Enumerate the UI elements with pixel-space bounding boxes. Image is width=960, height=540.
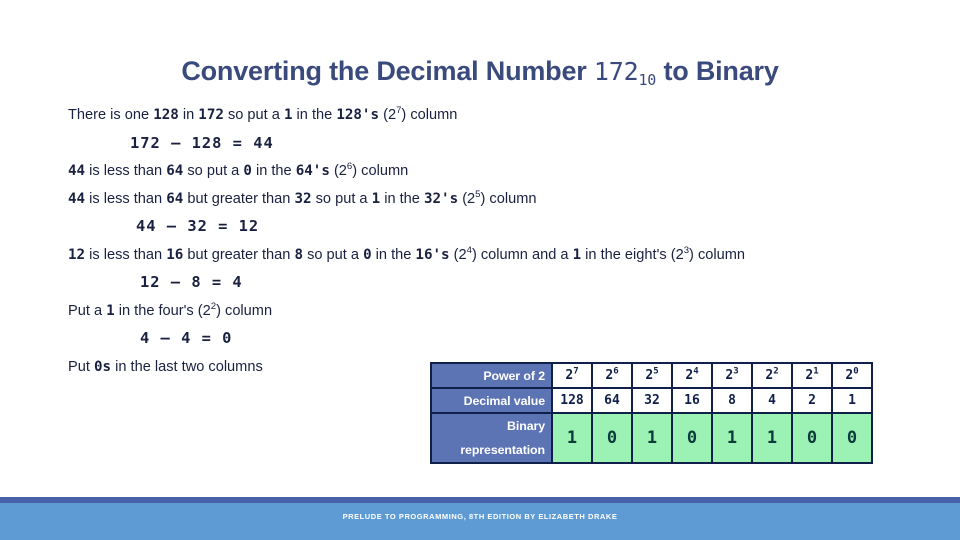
line-4: 44 is less than 64 but greater than 32 s…: [68, 188, 537, 207]
line-1: There is one 128 in 172 so put a 1 in th…: [68, 105, 458, 123]
decimal-cell-6: 2: [791, 387, 833, 414]
decimal-cell-5: 4: [751, 387, 793, 414]
page-title-suffix: to Binary: [656, 56, 779, 86]
power-exponent-2: 5: [653, 366, 659, 377]
page-title-prefix: Converting the Decimal Number: [181, 56, 594, 86]
line-9: 4 – 4 = 0: [140, 329, 233, 347]
line-6: 12 is less than 16 but greater than 8 so…: [68, 244, 745, 263]
binary-cell-0: 1: [551, 412, 593, 464]
power-cell-5: 22: [751, 362, 793, 389]
footer-text: PRELUDE TO PROGRAMMING, 8TH EDITION BY E…: [342, 512, 618, 521]
decimal-cell-7: 1: [831, 387, 873, 414]
footer-band: [0, 503, 960, 540]
decimal-cell-0: 128: [551, 387, 593, 414]
decimal-cell-2: 32: [631, 387, 673, 414]
binary-cell-5: 1: [751, 412, 793, 464]
binary-cell-4: 1: [711, 412, 753, 464]
power-exponent-4: 3: [733, 366, 739, 377]
power-exponent-3: 4: [693, 366, 699, 377]
power-cell-7: 20: [831, 362, 873, 389]
row-header-binary-line2: representation: [460, 443, 545, 457]
row-header-power-of-2: Power of 2: [430, 362, 553, 389]
decimal-cell-3: 16: [671, 387, 713, 414]
binary-cell-1: 0: [591, 412, 633, 464]
binary-cell-3: 0: [671, 412, 713, 464]
power-cell-3: 24: [671, 362, 713, 389]
line-2: 172 – 128 = 44: [130, 133, 274, 152]
decimal-cell-1: 64: [591, 387, 633, 414]
row-header-binary-representation: Binary representation: [430, 412, 553, 464]
power-cell-2: 25: [631, 362, 673, 389]
line-7: 12 – 8 = 4: [140, 273, 243, 291]
table-row-decimal-value: Decimal value 128 64 32 16 8 4 2 1: [430, 387, 873, 414]
power-exponent-0: 7: [573, 366, 579, 377]
page-title-subscript: 10: [638, 71, 657, 89]
binary-conversion-table: Power of 2 27 26 25 24 23 22 21 20 Decim…: [430, 362, 873, 464]
power-cell-4: 23: [711, 362, 753, 389]
binary-cell-7: 0: [831, 412, 873, 464]
binary-cell-2: 1: [631, 412, 673, 464]
line-3: 44 is less than 64 so put a 0 in the 64'…: [68, 161, 409, 179]
table-row-power-of-2: Power of 2 27 26 25 24 23 22 21 20: [430, 362, 873, 389]
decimal-cell-4: 8: [711, 387, 753, 414]
table-row-binary-representation: Binary representation 1 0 1 0 1 1 0 0: [430, 412, 873, 464]
power-cell-0: 27: [551, 362, 593, 389]
page-title: Converting the Decimal Number 17210 to B…: [0, 56, 960, 89]
power-cell-1: 26: [591, 362, 633, 389]
power-exponent-7: 0: [853, 366, 859, 377]
power-cell-6: 21: [791, 362, 833, 389]
row-header-decimal-value: Decimal value: [430, 387, 553, 414]
body-text-block: There is one 128 in 172 so put a 1 in th…: [68, 102, 828, 381]
power-exponent-1: 6: [613, 366, 619, 377]
line-8: Put a 1 in the four's (22) column: [68, 300, 273, 319]
power-exponent-6: 1: [813, 366, 819, 377]
binary-cell-6: 0: [791, 412, 833, 464]
page-title-number: 172: [593, 57, 639, 86]
line-5: 44 – 32 = 12: [136, 217, 260, 235]
row-header-binary-line1: Binary: [507, 419, 545, 433]
power-exponent-5: 2: [773, 366, 779, 377]
